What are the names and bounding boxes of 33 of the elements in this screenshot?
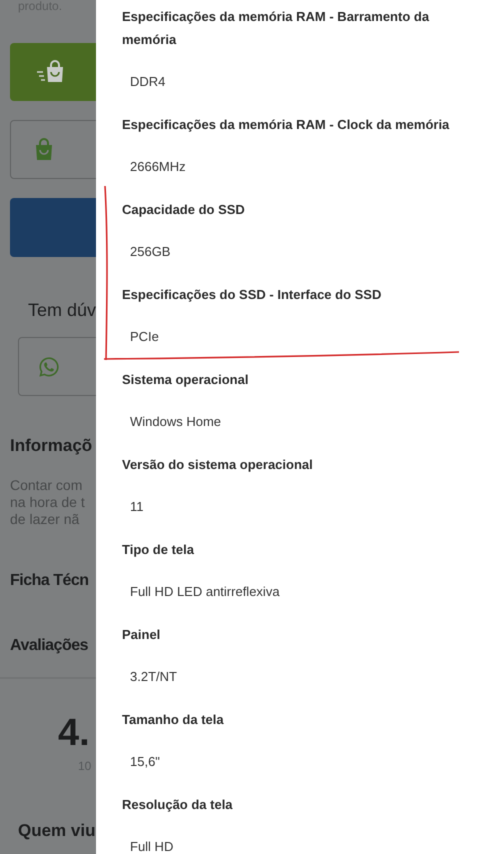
- spec-value: Full HD: [129, 838, 174, 854]
- spec-value: 3.2T/NT: [129, 668, 178, 686]
- info-heading: Informaçõ: [9, 435, 94, 457]
- tech-sheet-heading: Ficha Técn: [9, 571, 90, 591]
- spec-name: Especificações da memória RAM - Clock da memória: [122, 116, 450, 134]
- spec-value: 2666MHz: [129, 158, 187, 176]
- spec-name: Tipo de tela: [122, 541, 195, 559]
- spec-value: 11: [129, 498, 144, 516]
- spec-name: Especificações da memória RAM - Barramento da memória: [122, 8, 430, 49]
- rating-value: 4.: [57, 711, 91, 755]
- spec-value: 15,6": [129, 753, 161, 771]
- spec-value: DDR4: [129, 73, 166, 91]
- fast-shopping-bag-icon: [36, 60, 66, 84]
- description-line: Contar com: [10, 477, 84, 494]
- spec-value: PCIe: [129, 328, 160, 346]
- spec-name: Resolução da tela: [122, 796, 234, 814]
- shopping-bag-icon: [33, 138, 55, 162]
- help-heading: Tem dúv: [27, 299, 96, 321]
- buy-button[interactable]: [10, 198, 96, 257]
- spec-value: Windows Home: [129, 413, 222, 431]
- reviews-heading: Avaliações: [9, 636, 90, 656]
- description-line: de lazer nã: [10, 511, 80, 528]
- seen-heading: Quem viu: [17, 820, 96, 842]
- spec-value: 256GB: [129, 243, 172, 261]
- spec-name: Tamanho da tela: [122, 711, 225, 729]
- spec-name: Especificações do SSD - Interface do SSD: [122, 286, 382, 304]
- spec-name: Capacidade do SSD: [122, 201, 246, 219]
- express-buy-button[interactable]: [10, 43, 96, 101]
- whatsapp-icon: [38, 356, 60, 378]
- spec-value: Full HD LED antirreflexiva: [129, 583, 281, 601]
- spec-name: Sistema operacional: [122, 371, 250, 389]
- spec-name: Versão do sistema operacional: [122, 456, 314, 474]
- spec-name: Painel: [122, 626, 162, 644]
